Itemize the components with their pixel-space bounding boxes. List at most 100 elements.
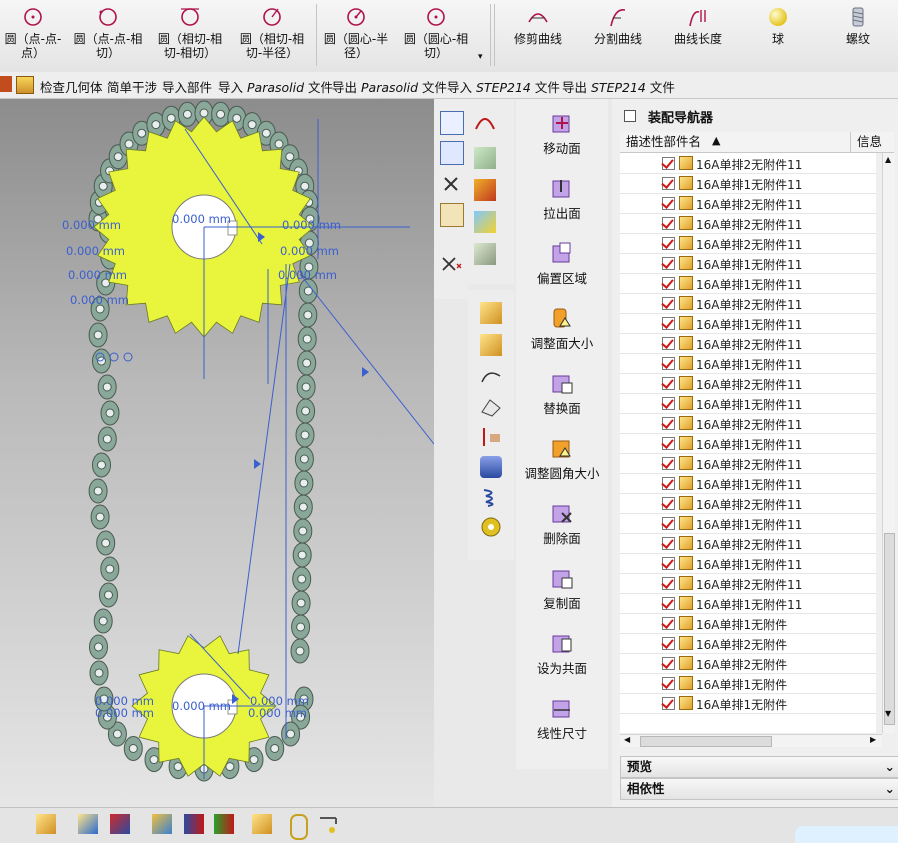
visibility-checkbox[interactable] [662,277,675,290]
visibility-checkbox[interactable] [662,157,675,170]
export-step-button[interactable]: 导出 STEP214 文件 [562,77,675,96]
navigator-checkbox[interactable] [624,110,636,122]
visibility-checkbox[interactable] [662,257,675,270]
coil-icon[interactable] [480,486,502,508]
navigator-row[interactable]: 16A单排1无附件11 [620,173,876,194]
navigator-row[interactable]: 16A单排1无附件 [620,693,876,714]
close-icon[interactable] [440,173,462,195]
linear-dimension-button[interactable]: 线性尺寸 [516,696,608,742]
offset-region-button[interactable]: 偏置区域 [516,241,608,287]
new-component-icon[interactable] [480,334,502,356]
navigator-row[interactable]: 16A单排1无附件11 [620,593,876,614]
import-part-button[interactable]: 导入部件 [162,77,212,96]
mesh-surface-icon[interactable] [474,211,496,233]
navigator-row[interactable]: 16A单排2无附件11 [620,413,876,434]
visibility-checkbox[interactable] [662,657,675,670]
visibility-checkbox[interactable] [662,217,675,230]
add-component-icon[interactable] [480,302,502,324]
navigator-row[interactable]: 16A单排2无附件11 [620,193,876,214]
visibility-checkbox[interactable] [662,497,675,510]
check-geometry-button[interactable]: 检查几何体 [40,77,103,96]
thread-button[interactable]: 螺纹 [822,4,894,46]
visibility-checkbox[interactable] [662,557,675,570]
constraint-icon[interactable] [214,814,234,834]
circle-center-tangent-button[interactable]: 圆（圆心-相 切） [398,4,474,60]
hand-icon[interactable] [480,426,502,448]
mirror-icon[interactable] [184,814,204,834]
visibility-checkbox[interactable] [662,477,675,490]
visibility-checkbox[interactable] [662,457,675,470]
visibility-checkbox[interactable] [662,437,675,450]
navigator-row[interactable]: 16A单排2无附件11 [620,293,876,314]
visibility-checkbox[interactable] [662,517,675,530]
replace-face-button[interactable]: 替换面 [516,371,608,417]
resize-face-button[interactable]: 调整面大小 [516,306,608,352]
status-tab[interactable] [795,826,898,843]
export-parasolid-button[interactable]: 导出 Parasolid 文件 [332,77,447,96]
array-icon[interactable] [252,814,272,834]
check-geometry-icon[interactable] [0,76,12,92]
reposition-icon[interactable] [152,814,172,834]
scrollbar-thumb[interactable] [884,533,895,725]
link-icon[interactable] [290,814,308,840]
split-curve-button[interactable]: 分割曲线 [582,4,654,46]
navigator-row[interactable]: 16A单排2无附件11 [620,333,876,354]
navigator-row[interactable]: 16A单排1无附件11 [620,253,876,274]
visibility-checkbox[interactable] [662,377,675,390]
circle-tangent-button[interactable]: 圆（相切-相 切-相切） [150,4,230,60]
chevron-down-icon[interactable]: ⌄ [885,757,895,777]
fan-icon[interactable] [474,109,496,131]
navigator-row[interactable]: 16A单排2无附件11 [620,373,876,394]
measure-icon[interactable] [440,203,464,227]
pull-face-button[interactable]: 拉出面 [516,176,608,222]
visibility-checkbox[interactable] [662,537,675,550]
dependencies-section[interactable]: 相依性 ⌄ [620,778,898,800]
navigator-row[interactable]: 16A单排2无附件11 [620,453,876,474]
zoom-icon[interactable] [440,141,464,165]
navigator-row[interactable]: 16A单排2无附件11 [620,233,876,254]
shell-icon[interactable] [480,396,502,418]
delete-dimension-icon[interactable] [440,254,462,276]
navigator-row[interactable]: 16A单排2无附件11 [620,213,876,234]
visibility-checkbox[interactable] [662,397,675,410]
chain-drive-model[interactable]: 0.000 mm 0.000 mm 0.000 mm 0.000 mm 0.00… [0,99,434,807]
import-parasolid-button[interactable]: 导入 Parasolid 文件 [218,77,333,96]
hscrollbar-thumb[interactable] [640,736,772,747]
wrench-icon[interactable] [318,814,342,834]
visibility-checkbox[interactable] [662,677,675,690]
surface-icon[interactable] [474,147,496,169]
column-header-name[interactable]: 描述性部件名 ▲ [620,132,851,153]
visibility-checkbox[interactable] [662,297,675,310]
navigator-row[interactable]: 16A单排2无附件11 [620,493,876,514]
visibility-checkbox[interactable] [662,637,675,650]
scroll-down-icon[interactable]: ▼ [885,709,891,718]
fit-view-icon[interactable] [440,111,464,135]
navigator-row[interactable]: 16A单排2无附件11 [620,573,876,594]
create-component-icon[interactable] [78,814,98,834]
visibility-checkbox[interactable] [662,417,675,430]
navigator-row[interactable]: 16A单排1无附件11 [620,473,876,494]
navigator-row[interactable]: 16A单排1无附件11 [620,273,876,294]
chevron-down-icon[interactable]: ⌄ [885,779,895,799]
navigator-row[interactable]: 16A单排1无附件11 [620,393,876,414]
visibility-checkbox[interactable] [662,237,675,250]
navigator-row[interactable]: 16A单排1无附件11 [620,513,876,534]
patch-icon[interactable] [474,243,496,265]
navigator-row[interactable]: 16A单排2无附件 [620,633,876,654]
sew-icon[interactable] [474,179,496,201]
circle-three-point-button[interactable]: 圆（点-点- 点） [0,4,66,60]
resize-blend-button[interactable]: 调整圆角大小 [516,436,608,482]
scroll-right-icon[interactable]: ▶ [870,735,876,744]
navigator-horizontal-scrollbar[interactable]: ◀ ▶ [620,734,882,747]
circle-point-tangent-button[interactable]: 圆（点-点-相 切） [70,4,146,60]
circle-tangent-radius-button[interactable]: 圆（相切-相 切-半径） [232,4,312,60]
navigator-row[interactable]: 16A单排1无附件 [620,613,876,634]
navigator-row[interactable]: 16A单排2无附件11 [620,533,876,554]
import-step-button[interactable]: 导入 STEP214 文件 [447,77,560,96]
preview-section[interactable]: 预览 ⌄ [620,756,898,778]
visibility-checkbox[interactable] [662,617,675,630]
simple-interference-button[interactable]: 简单干涉 [107,77,157,96]
navigator-row[interactable]: 16A单排1无附件11 [620,553,876,574]
navigator-row[interactable]: 16A单排1无附件 [620,673,876,694]
spring-icon[interactable] [480,456,502,478]
